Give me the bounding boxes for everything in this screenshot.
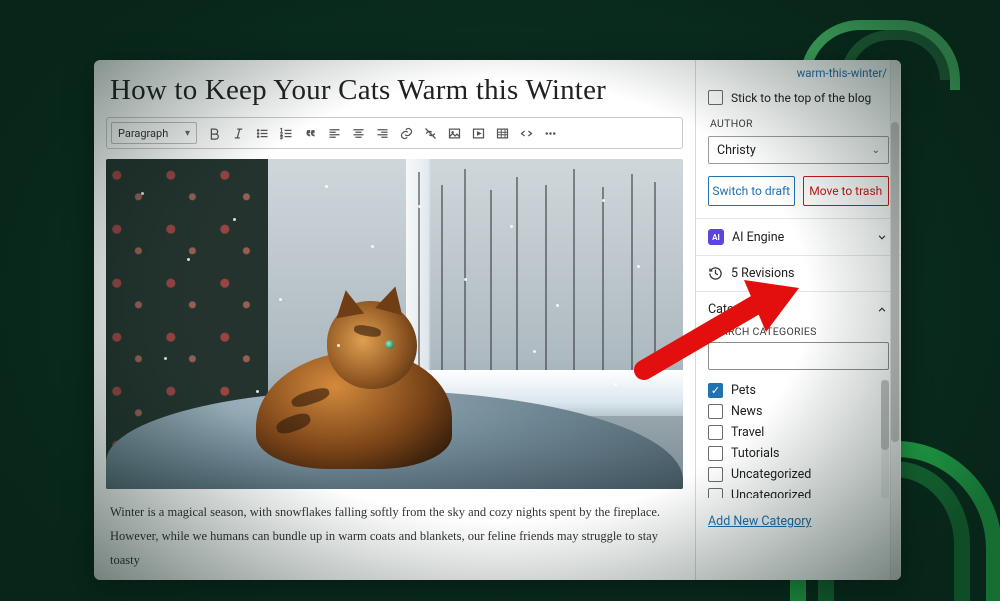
category-label: Travel xyxy=(731,425,764,440)
italic-button[interactable] xyxy=(227,122,249,144)
body-paragraph: Winter is a magical season, with snowfla… xyxy=(110,501,679,525)
table-button[interactable] xyxy=(491,122,513,144)
author-heading: AUTHOR xyxy=(696,115,901,132)
code-button[interactable] xyxy=(515,122,537,144)
category-item[interactable]: Uncategorized xyxy=(708,485,879,498)
permalink-link[interactable]: warm-this-winter/ xyxy=(797,66,887,80)
category-checkbox[interactable] xyxy=(708,467,723,482)
editor-canvas[interactable]: Winter is a magical season, with snowfla… xyxy=(94,155,695,580)
sticky-label: Stick to the top of the blog xyxy=(731,91,871,105)
move-to-trash-button[interactable]: Move to trash xyxy=(803,176,890,206)
switch-to-draft-button[interactable]: Switch to draft xyxy=(708,176,795,206)
more-button[interactable] xyxy=(539,122,561,144)
category-item[interactable]: Travel xyxy=(708,422,879,443)
featured-image[interactable] xyxy=(106,159,683,489)
categories-list: Pets News Travel Tutorials Uncategorized Unca… xyxy=(708,380,889,498)
sidebar-scrollbar[interactable] xyxy=(889,60,901,580)
ai-engine-icon: AI xyxy=(708,229,724,245)
blockquote-button[interactable] xyxy=(299,122,321,144)
editor-toolbar: Paragraph ▾ 123 xyxy=(106,117,683,149)
category-label: Uncategorized xyxy=(731,488,811,498)
category-item[interactable]: Uncategorized xyxy=(708,464,879,485)
category-checkbox[interactable] xyxy=(708,446,723,461)
numbered-list-button[interactable]: 123 xyxy=(275,122,297,144)
categories-scrollbar[interactable] xyxy=(881,380,889,498)
category-item[interactable]: Pets xyxy=(708,380,879,401)
categories-heading: Categories xyxy=(708,302,768,317)
category-label: Tutorials xyxy=(731,446,779,461)
category-checkbox[interactable] xyxy=(708,404,723,419)
settings-sidebar: warm-this-winter/ Stick to the top of th… xyxy=(696,60,901,580)
align-center-button[interactable] xyxy=(347,122,369,144)
insert-media-button[interactable] xyxy=(467,122,489,144)
category-item[interactable]: Tutorials xyxy=(708,443,879,464)
author-value: Christy xyxy=(717,143,756,158)
chevron-down-icon: ⌄ xyxy=(872,145,880,156)
chevron-down-icon: ▾ xyxy=(185,128,190,139)
search-categories-label: SEARCH CATEGORIES xyxy=(708,325,889,342)
history-icon xyxy=(708,266,723,281)
editor-main: How to Keep Your Cats Warm this Winter P… xyxy=(94,60,696,580)
sticky-checkbox[interactable] xyxy=(708,90,723,105)
align-left-button[interactable] xyxy=(323,122,345,144)
post-title[interactable]: How to Keep Your Cats Warm this Winter xyxy=(94,60,695,117)
bullet-list-button[interactable] xyxy=(251,122,273,144)
insert-image-button[interactable] xyxy=(443,122,465,144)
svg-text:3: 3 xyxy=(280,136,283,141)
sticky-toggle-row: Stick to the top of the blog xyxy=(696,84,901,115)
category-label: Pets xyxy=(731,383,756,398)
chevron-up-icon xyxy=(875,303,889,317)
revisions-row[interactable]: 5 Revisions xyxy=(696,255,901,291)
author-select[interactable]: Christy ⌄ xyxy=(708,136,889,164)
search-categories-input[interactable] xyxy=(708,342,889,370)
chevron-down-icon xyxy=(875,230,889,244)
body-paragraph: However, while we humans can bundle up i… xyxy=(110,525,679,573)
align-right-button[interactable] xyxy=(371,122,393,144)
category-label: Uncategorized xyxy=(731,467,811,482)
add-new-category-link[interactable]: Add New Category xyxy=(696,506,901,539)
post-body[interactable]: Winter is a magical season, with snowfla… xyxy=(94,497,695,572)
ai-engine-label: AI Engine xyxy=(732,230,784,245)
link-button[interactable] xyxy=(395,122,417,144)
categories-toggle[interactable]: Categories xyxy=(708,302,889,317)
unlink-button[interactable] xyxy=(419,122,441,144)
categories-panel: Categories SEARCH CATEGORIES Pets News Tra… xyxy=(696,291,901,506)
bold-button[interactable] xyxy=(203,122,225,144)
format-select[interactable]: Paragraph ▾ xyxy=(111,122,197,144)
category-checkbox[interactable] xyxy=(708,488,723,498)
category-checkbox[interactable] xyxy=(708,425,723,440)
category-item[interactable]: News xyxy=(708,401,879,422)
ai-engine-panel[interactable]: AI AI Engine xyxy=(696,218,901,255)
category-checkbox[interactable] xyxy=(708,383,723,398)
category-label: News xyxy=(731,404,762,419)
format-select-value: Paragraph xyxy=(118,127,168,140)
permalink-row: warm-this-winter/ xyxy=(696,60,901,84)
editor-window: How to Keep Your Cats Warm this Winter P… xyxy=(94,60,901,580)
revisions-label: 5 Revisions xyxy=(731,266,794,281)
